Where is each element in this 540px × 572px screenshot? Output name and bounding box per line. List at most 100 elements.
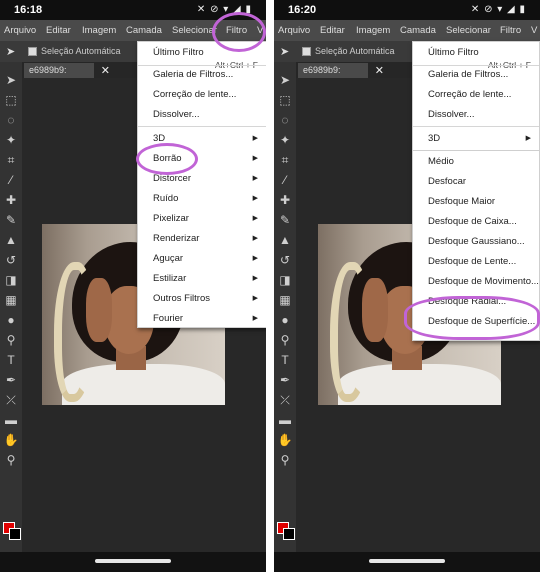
dodge-icon[interactable]: ⚲ — [3, 332, 19, 348]
menu-filtro[interactable]: Filtro — [500, 25, 521, 36]
brush-icon[interactable]: ✎ — [3, 212, 19, 228]
blur-icon[interactable]: ● — [277, 312, 293, 328]
menu-bar: Arquivo Editar Imagem Camada Selecionar … — [0, 20, 266, 41]
menu-item-fourier[interactable]: Fourier ▶ — [138, 310, 266, 328]
menu-item-dissolve[interactable]: Dissolver... — [138, 106, 266, 124]
menu-item-motion-blur[interactable]: Desfoque de Movimento... — [413, 273, 540, 291]
move-icon[interactable]: ➤ — [3, 72, 19, 88]
gradient-icon[interactable]: ▦ — [3, 292, 19, 308]
close-tab-icon[interactable]: ✕ — [101, 64, 110, 77]
brush-icon[interactable]: ✎ — [277, 212, 293, 228]
menu-imagem[interactable]: Imagem — [82, 25, 116, 36]
move-tool-icon[interactable]: ➤ — [6, 45, 15, 58]
home-gesture-bar[interactable] — [369, 559, 445, 563]
auto-select-checkbox[interactable] — [302, 47, 311, 56]
zoom-icon[interactable]: ⚲ — [3, 452, 19, 468]
type-icon[interactable]: T — [277, 352, 293, 368]
menu-item-noise[interactable]: Ruído ▶ — [138, 190, 266, 208]
lasso-icon[interactable]: ◌ — [3, 112, 19, 128]
marquee-icon[interactable]: ⬚ — [3, 92, 19, 108]
menu-item-dissolve[interactable]: Dissolver... — [413, 106, 539, 124]
healing-icon[interactable]: ✚ — [277, 192, 293, 208]
menu-item-radial-blur[interactable]: Desfoque Radial... — [413, 293, 540, 311]
menu-filtro[interactable]: Filtro — [226, 25, 247, 36]
document-tab[interactable]: e6989b9: ✕ — [298, 63, 384, 78]
menu-item-render[interactable]: Renderizar ▶ — [138, 230, 266, 248]
menu-selecionar[interactable]: Selecionar — [172, 25, 217, 36]
menu-item-lens-correction[interactable]: Correção de lente... — [138, 86, 266, 104]
menu-camada[interactable]: Camada — [126, 25, 162, 36]
menu-item-blur-more[interactable]: Desfoque Maior — [413, 193, 540, 211]
menu-view[interactable]: V — [531, 25, 537, 36]
background-color-swatch[interactable] — [9, 528, 21, 540]
menu-item-blur[interactable]: Desfocar — [413, 173, 540, 191]
background-color-swatch[interactable] — [283, 528, 295, 540]
blur-icon[interactable]: ● — [3, 312, 19, 328]
menu-item-pixelate[interactable]: Pixelizar ▶ — [138, 210, 266, 228]
menu-editar[interactable]: Editar — [320, 25, 345, 36]
stamp-icon[interactable]: ▲ — [277, 232, 293, 248]
document-tab[interactable]: e6989b9: ✕ — [24, 63, 110, 78]
move-icon[interactable]: ➤ — [277, 72, 293, 88]
menu-item-lens-blur[interactable]: Desfoque de Lente... — [413, 253, 540, 271]
path-select-icon[interactable]: ⤫ — [3, 392, 19, 408]
magic-wand-icon[interactable]: ✦ — [277, 132, 293, 148]
eyedropper-icon[interactable]: ⁄ — [3, 172, 19, 188]
menu-item-average[interactable]: Médio — [413, 153, 540, 171]
menu-selecionar[interactable]: Selecionar — [446, 25, 491, 36]
menu-editar[interactable]: Editar — [46, 25, 71, 36]
menu-arquivo[interactable]: Arquivo — [4, 25, 36, 36]
zoom-icon[interactable]: ⚲ — [277, 452, 293, 468]
menu-item-box-blur[interactable]: Desfoque de Caixa... — [413, 213, 540, 231]
rectangle-icon[interactable]: ▬ — [3, 412, 19, 428]
auto-select-label: Seleção Automática — [315, 46, 395, 56]
menu-item-blur[interactable]: Borrão ▶ — [138, 150, 266, 168]
marquee-icon[interactable]: ⬚ — [277, 92, 293, 108]
status-bar: 16:18 ✕ ⊘ ▾ ◢ ▮ — [0, 0, 266, 20]
close-tab-icon[interactable]: ✕ — [375, 64, 384, 77]
menu-item-other-filters[interactable]: Outros Filtros ▶ — [138, 290, 266, 308]
crop-icon[interactable]: ⌗ — [3, 152, 19, 168]
eraser-icon[interactable]: ◨ — [3, 272, 19, 288]
auto-select-label: Seleção Automática — [41, 46, 121, 56]
hand-icon[interactable]: ✋ — [277, 432, 293, 448]
home-gesture-bar[interactable] — [95, 559, 171, 563]
pen-icon[interactable]: ✒ — [277, 372, 293, 388]
type-icon[interactable]: T — [3, 352, 19, 368]
eraser-icon[interactable]: ◨ — [277, 272, 293, 288]
rectangle-icon[interactable]: ▬ — [277, 412, 293, 428]
menu-view[interactable]: V — [257, 25, 263, 36]
menu-separator — [413, 126, 539, 127]
menu-item-filter-gallery[interactable]: Galeria de Filtros... — [413, 66, 539, 84]
dodge-icon[interactable]: ⚲ — [277, 332, 293, 348]
menu-item-sharpen[interactable]: Aguçar ▶ — [138, 250, 266, 268]
history-brush-icon[interactable]: ↺ — [3, 252, 19, 268]
menu-bar: Arquivo Editar Imagem Camada Selecionar … — [274, 20, 540, 41]
magic-wand-icon[interactable]: ✦ — [3, 132, 19, 148]
menu-item-stylize[interactable]: Estilizar ▶ — [138, 270, 266, 288]
menu-item-surface-blur[interactable]: Desfoque de Superfície... — [413, 313, 540, 331]
menu-arquivo[interactable]: Arquivo — [278, 25, 310, 36]
stamp-icon[interactable]: ▲ — [3, 232, 19, 248]
hand-icon[interactable]: ✋ — [3, 432, 19, 448]
lasso-icon[interactable]: ◌ — [277, 112, 293, 128]
menu-item-3d[interactable]: 3D ▶ — [413, 130, 539, 148]
healing-icon[interactable]: ✚ — [3, 192, 19, 208]
menu-imagem[interactable]: Imagem — [356, 25, 390, 36]
crop-icon[interactable]: ⌗ — [277, 152, 293, 168]
menu-item-3d[interactable]: 3D ▶ — [138, 130, 266, 148]
move-tool-icon[interactable]: ➤ — [280, 45, 289, 58]
history-brush-icon[interactable]: ↺ — [277, 252, 293, 268]
menu-item-lens-correction[interactable]: Correção de lente... — [413, 86, 539, 104]
status-icons: ✕ ⊘ ▾ ◢ ▮ — [470, 4, 526, 15]
menu-item-filter-gallery[interactable]: Galeria de Filtros... — [138, 66, 266, 84]
path-select-icon[interactable]: ⤫ — [277, 392, 293, 408]
auto-select-checkbox[interactable] — [28, 47, 37, 56]
menu-item-distort[interactable]: Distorcer ▶ — [138, 170, 266, 188]
gradient-icon[interactable]: ▦ — [277, 292, 293, 308]
eyedropper-icon[interactable]: ⁄ — [277, 172, 293, 188]
menu-camada[interactable]: Camada — [400, 25, 436, 36]
tools-panel: ➤ ⬚ ◌ ✦ ⌗ ⁄ ✚ ✎ ▲ ↺ ◨ ▦ ● ⚲ T ✒ ⤫ ▬ ✋ ⚲ … — [0, 62, 22, 563]
menu-item-gaussian-blur[interactable]: Desfoque Gaussiano... — [413, 233, 540, 251]
pen-icon[interactable]: ✒ — [3, 372, 19, 388]
